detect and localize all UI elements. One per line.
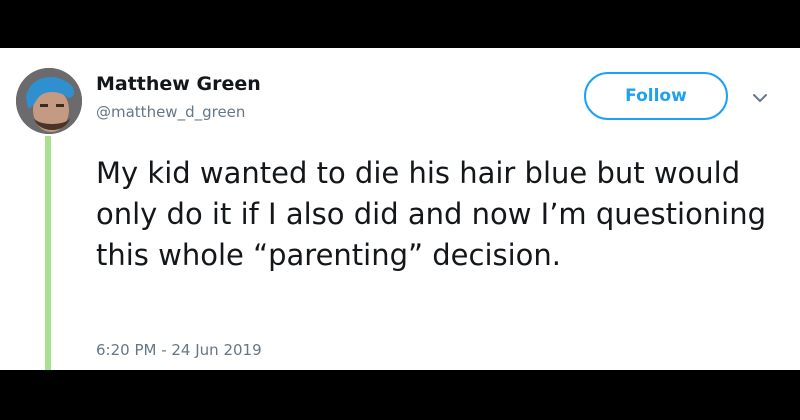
tweet-timestamp[interactable]: 6:20 PM - 24 Jun 2019 bbox=[96, 341, 262, 359]
top-letterbox bbox=[0, 0, 800, 48]
author-handle[interactable]: @matthew_d_green bbox=[96, 103, 245, 121]
thread-line bbox=[45, 136, 51, 370]
tweet-card: Matthew Green @matthew_d_green Follow My… bbox=[0, 48, 800, 370]
chevron-down-icon[interactable] bbox=[750, 88, 770, 108]
author-name[interactable]: Matthew Green bbox=[96, 73, 261, 95]
follow-button-label: Follow bbox=[625, 86, 687, 106]
bottom-letterbox bbox=[0, 370, 800, 420]
tweet-text: My kid wanted to die his hair blue but w… bbox=[96, 156, 767, 272]
avatar[interactable] bbox=[16, 68, 82, 134]
avatar-image bbox=[16, 68, 82, 134]
follow-button[interactable]: Follow bbox=[584, 72, 728, 120]
